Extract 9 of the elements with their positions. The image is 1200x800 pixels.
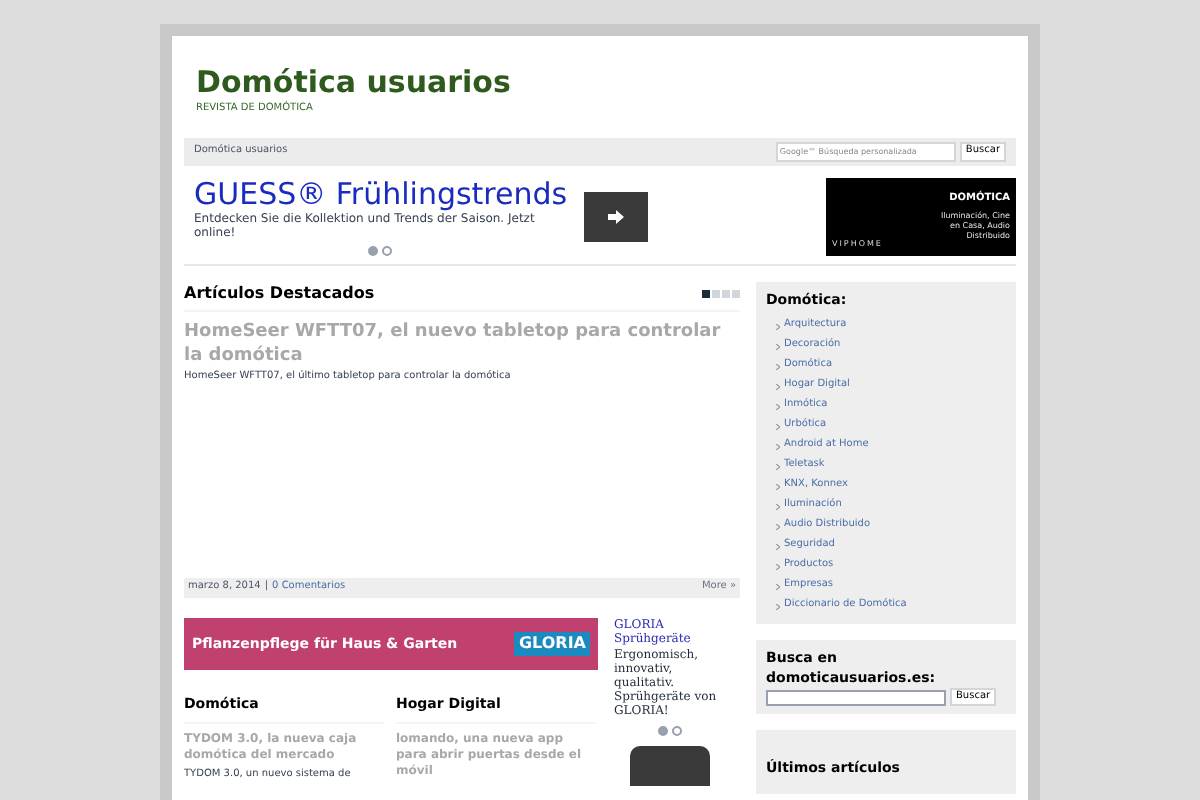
search-field[interactable] xyxy=(766,689,946,705)
pager-square[interactable] xyxy=(702,289,710,297)
ad-headline[interactable]: GUESS® Frühlingstrends xyxy=(194,177,564,211)
ad-button[interactable] xyxy=(629,746,709,786)
ad-banner-brand: GLORIA xyxy=(514,632,590,656)
arrow-right-icon xyxy=(608,209,624,223)
section-heading: Artículos Destacados xyxy=(184,281,375,305)
ad-arrow-button[interactable] xyxy=(584,191,648,241)
site-title[interactable]: Domótica usuarios xyxy=(196,64,1016,100)
